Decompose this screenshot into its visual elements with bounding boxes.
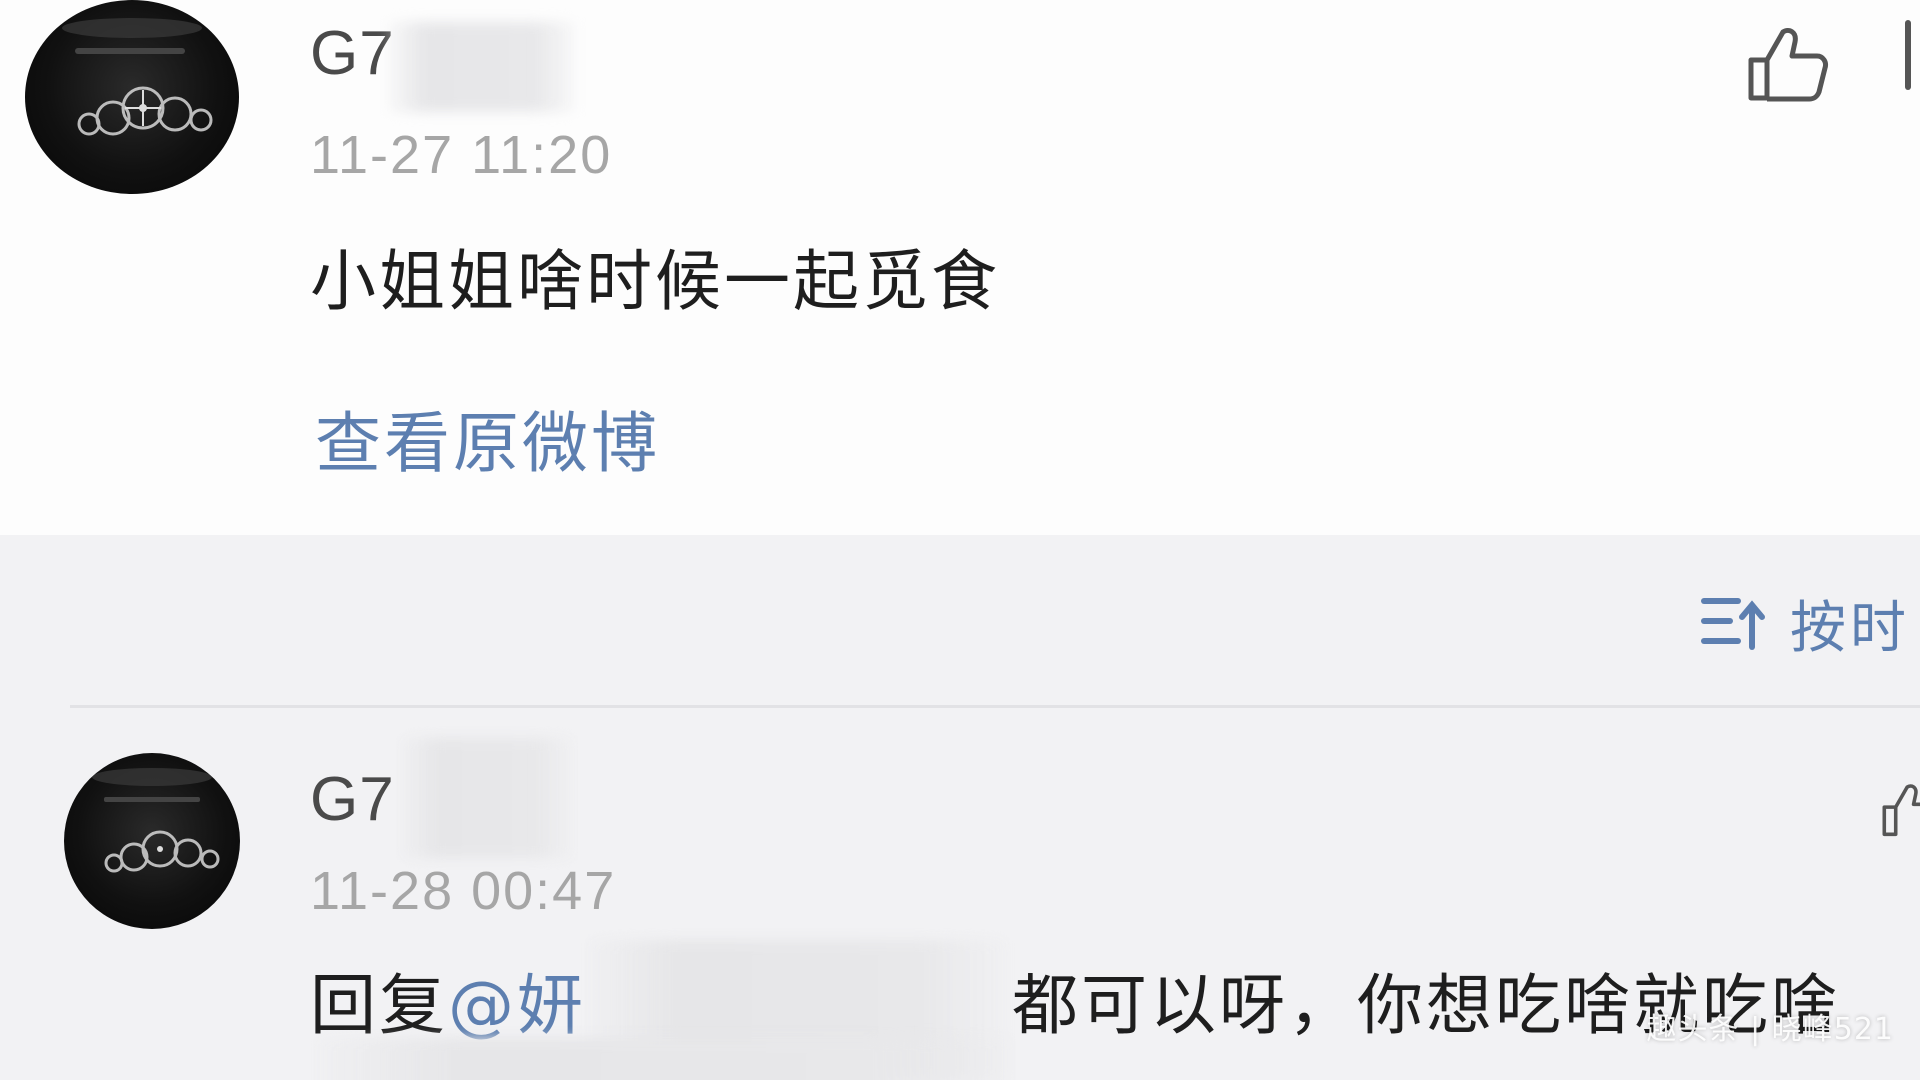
sort-up-icon [1701,598,1765,650]
second-line-redaction [318,1038,1008,1080]
mention-link[interactable]: @妍 [448,967,586,1044]
avatar[interactable] [25,0,239,194]
sort-by-time-toggle[interactable]: 按时 [1700,583,1910,663]
car-dashboard-icon [62,18,213,136]
main-comment-card: G7 11-27 11:20 小姐姐啥时候一起觅食 查看原微博 [0,0,1920,535]
thumbs-up-icon [1748,27,1828,102]
reply-avatar[interactable] [64,753,240,929]
watermark: 趣头条 | 晓峰521 [1646,1012,1894,1047]
sort-bar: 按时 [0,535,1920,705]
reply-comment: G7 11-28 00:47 回复@妍 都可以呀，你想吃啥就吃啥 趣头条 | 晓… [0,708,1920,1080]
username-redaction [402,738,572,858]
car-dashboard-icon [92,768,220,873]
sort-label: 按时 [1790,595,1910,661]
username-redaction [388,22,574,112]
comment-timestamp: 11-27 11:20 [310,125,613,185]
thumbs-up-icon [1882,784,1920,837]
edge-icon-fragment [1905,20,1911,90]
reply-timestamp: 11-28 00:47 [310,861,617,921]
reply-text-line: 回复@妍 [310,952,586,1048]
reply-username[interactable]: G7 [310,764,395,835]
comment-text: 小姐姐啥时候一起觅食 [310,243,1000,320]
view-original-weibo-link[interactable]: 查看原微博 [315,390,660,486]
comment-username[interactable]: G7 [310,18,395,89]
reply-prefix: 回复 [310,967,448,1044]
reply-like-button[interactable] [1880,770,1920,850]
weibo-comments-screen: G7 11-27 11:20 小姐姐啥时候一起觅食 查看原微博 按时 G7 11… [0,0,1920,1080]
like-button[interactable] [1745,24,1829,104]
